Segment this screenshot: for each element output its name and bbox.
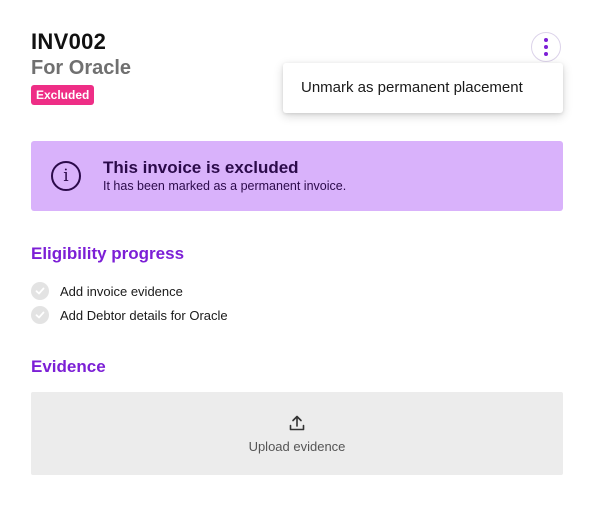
alert-description: It has been marked as a permanent invoic… bbox=[103, 179, 347, 193]
kebab-dot bbox=[544, 52, 548, 56]
progress-item-label: Add invoice evidence bbox=[60, 283, 183, 299]
alert-title: This invoice is excluded bbox=[103, 158, 299, 177]
kebab-dot bbox=[544, 45, 548, 49]
progress-item-debtor-details: Add Debtor details for Oracle bbox=[31, 303, 228, 327]
progress-item-label: Add Debtor details for Oracle bbox=[60, 307, 228, 323]
more-options-button[interactable] bbox=[531, 32, 561, 62]
check-icon bbox=[31, 306, 49, 324]
check-icon bbox=[31, 282, 49, 300]
eligibility-progress-title: Eligibility progress bbox=[31, 244, 185, 263]
upload-evidence-dropzone[interactable]: Upload evidence bbox=[31, 392, 563, 475]
excluded-alert: i This invoice is excluded It has been m… bbox=[31, 141, 563, 211]
status-badge: Excluded bbox=[31, 85, 95, 105]
options-menu: Unmark as permanent placement bbox=[283, 63, 563, 113]
upload-evidence-label: Upload evidence bbox=[248, 439, 346, 454]
progress-item-invoice-evidence: Add invoice evidence bbox=[31, 279, 228, 303]
eligibility-progress-list: Add invoice evidence Add Debtor details … bbox=[31, 279, 228, 327]
debtor-subtitle: For Oracle bbox=[31, 57, 132, 79]
kebab-dot bbox=[544, 38, 548, 42]
upload-icon bbox=[289, 415, 305, 431]
invoice-id: INV002 bbox=[31, 29, 107, 54]
unmark-permanent-placement-menu-item[interactable]: Unmark as permanent placement bbox=[283, 63, 563, 113]
invoice-header: INV002 For Oracle Excluded bbox=[31, 30, 131, 105]
evidence-title: Evidence bbox=[31, 357, 106, 376]
info-icon: i bbox=[51, 161, 81, 191]
